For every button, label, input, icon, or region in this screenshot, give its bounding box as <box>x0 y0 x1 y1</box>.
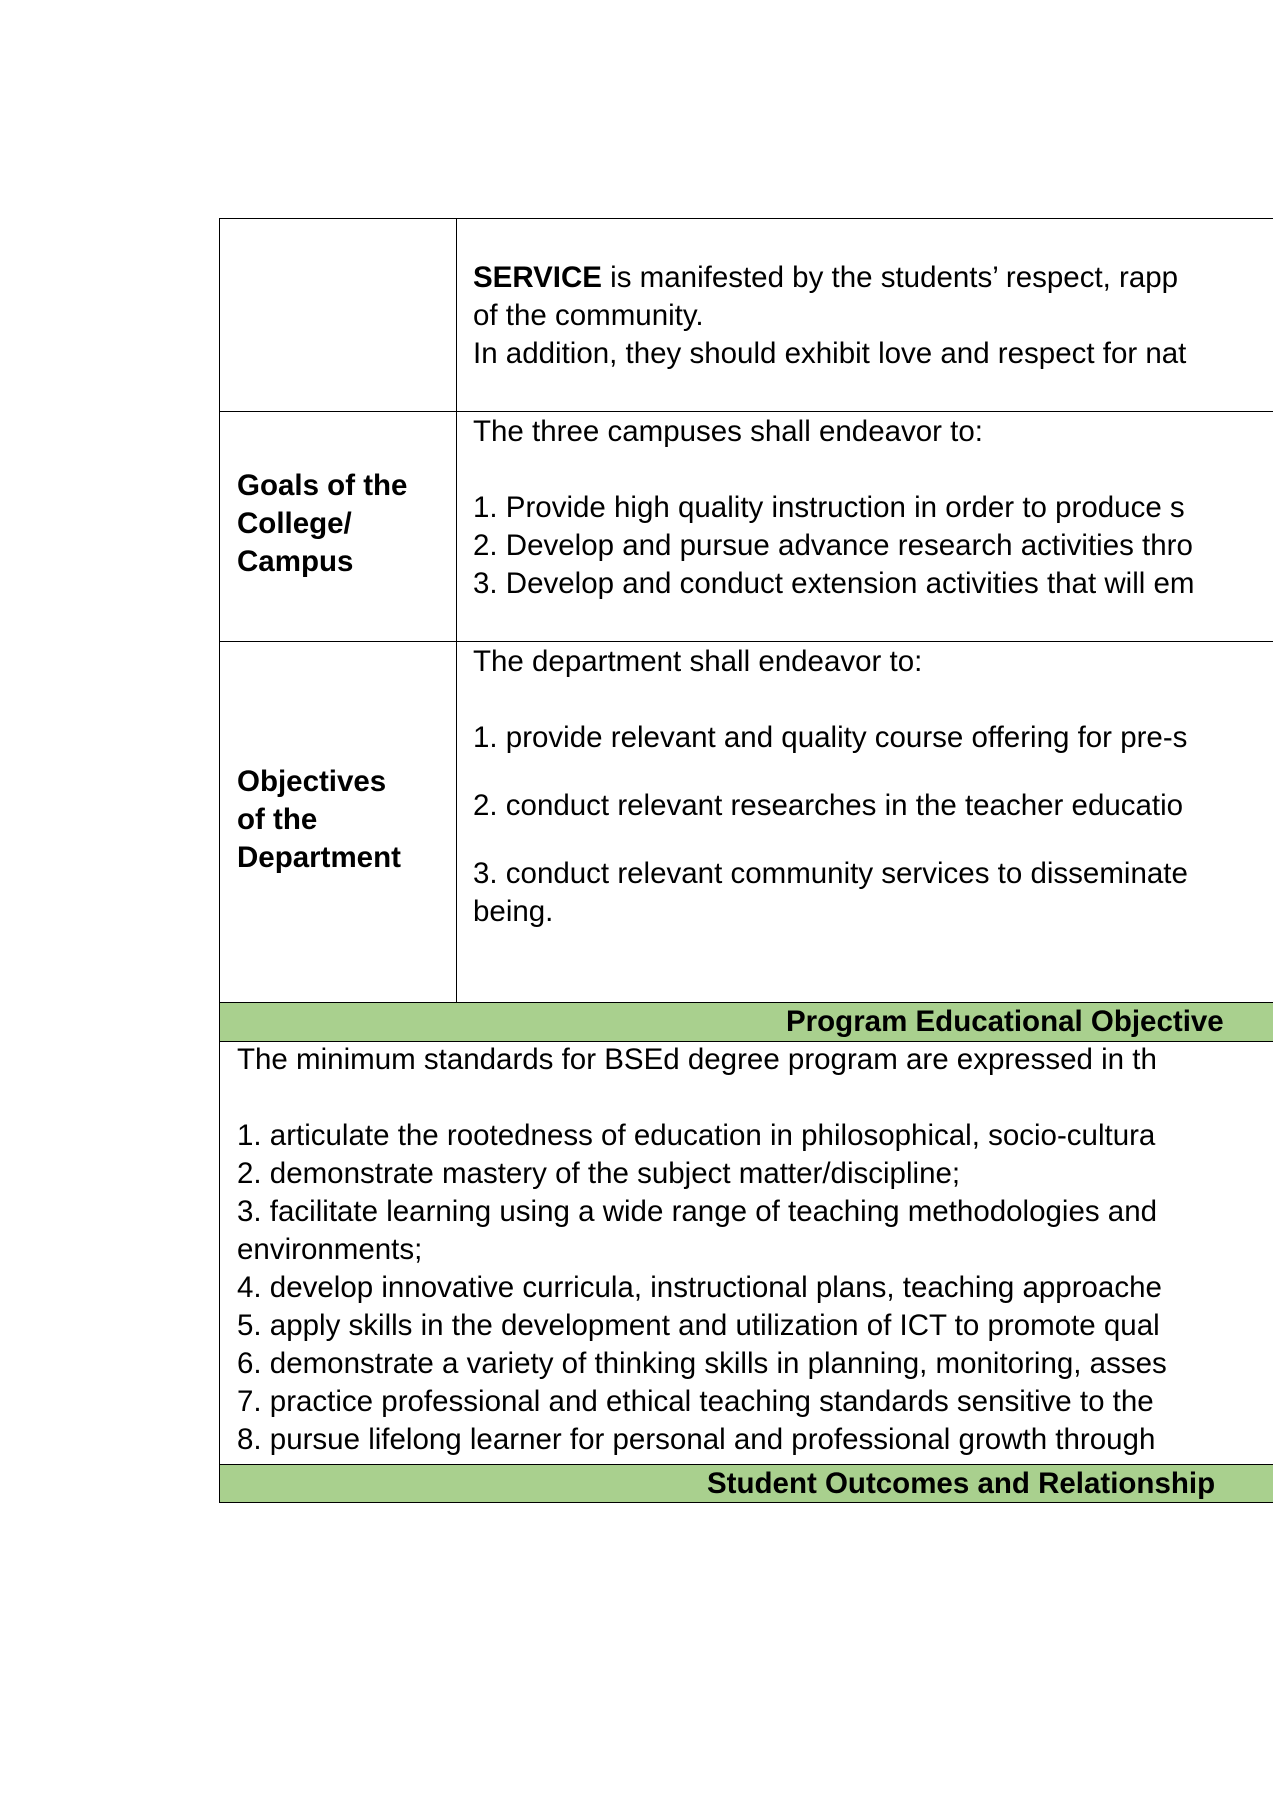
peo-item: 6. demonstrate a variety of thinking ski… <box>237 1347 1167 1380</box>
goals-intro: The three campuses shall endeavor to: <box>473 415 983 448</box>
student-outcomes-bar: Student Outcomes and Relationship <box>220 1465 1273 1502</box>
service-line-2: of the community. <box>473 299 704 332</box>
peo-intro: The minimum standards for BSEd degree pr… <box>237 1043 1157 1076</box>
peo-heading: Program Educational Objective <box>786 1005 1224 1038</box>
curriculum-table: SERVICE is manifested by the students’ r… <box>219 218 1273 1503</box>
row-divider <box>220 641 1273 642</box>
service-line-1: SERVICE is manifested by the students’ r… <box>473 261 1179 294</box>
column-divider <box>456 219 457 1002</box>
objectives-label: Objectives of the Department <box>237 765 401 874</box>
peo-heading-bar: Program Educational Objective <box>220 1003 1273 1041</box>
goals-label: Goals of the College/ Campus <box>237 469 408 578</box>
service-line-3: In addition, they should exhibit love an… <box>473 337 1187 370</box>
objectives-intro: The department shall endeavor to: <box>473 645 923 678</box>
service-bold: SERVICE <box>473 261 602 294</box>
objectives-item-cont: being. <box>473 895 554 928</box>
goals-cell: The three campuses shall endeavor to: 1.… <box>473 413 1195 603</box>
goals-item: 1. Provide high quality instruction in o… <box>473 491 1185 524</box>
peo-item: 8. pursue lifelong learner for personal … <box>237 1423 1156 1456</box>
objectives-item: 3. conduct relevant community services t… <box>473 857 1188 890</box>
row-divider <box>220 411 1273 412</box>
peo-item: 5. apply skills in the development and u… <box>237 1309 1160 1342</box>
objectives-cell: The department shall endeavor to: 1. pro… <box>473 643 1188 931</box>
goals-item: 3. Develop and conduct extension activit… <box>473 567 1195 600</box>
objectives-item: 2. conduct relevant researches in the te… <box>473 789 1184 822</box>
peo-item: 1. articulate the rootedness of educatio… <box>237 1119 1156 1152</box>
objectives-item: 1. provide relevant and quality course o… <box>473 721 1188 754</box>
peo-item: 3. facilitate learning using a wide rang… <box>237 1195 1158 1228</box>
peo-item: 4. develop innovative curricula, instruc… <box>237 1271 1162 1304</box>
peo-item: 7. practice professional and ethical tea… <box>237 1385 1154 1418</box>
peo-item: 2. demonstrate mastery of the subject ma… <box>237 1157 961 1190</box>
peo-item-cont: environments; <box>237 1233 423 1266</box>
goals-item: 2. Develop and pursue advance research a… <box>473 529 1193 562</box>
peo-content: The minimum standards for BSEd degree pr… <box>237 1041 1167 1459</box>
service-cell: SERVICE is manifested by the students’ r… <box>473 259 1186 373</box>
student-outcomes-heading: Student Outcomes and Relationship <box>707 1467 1216 1500</box>
